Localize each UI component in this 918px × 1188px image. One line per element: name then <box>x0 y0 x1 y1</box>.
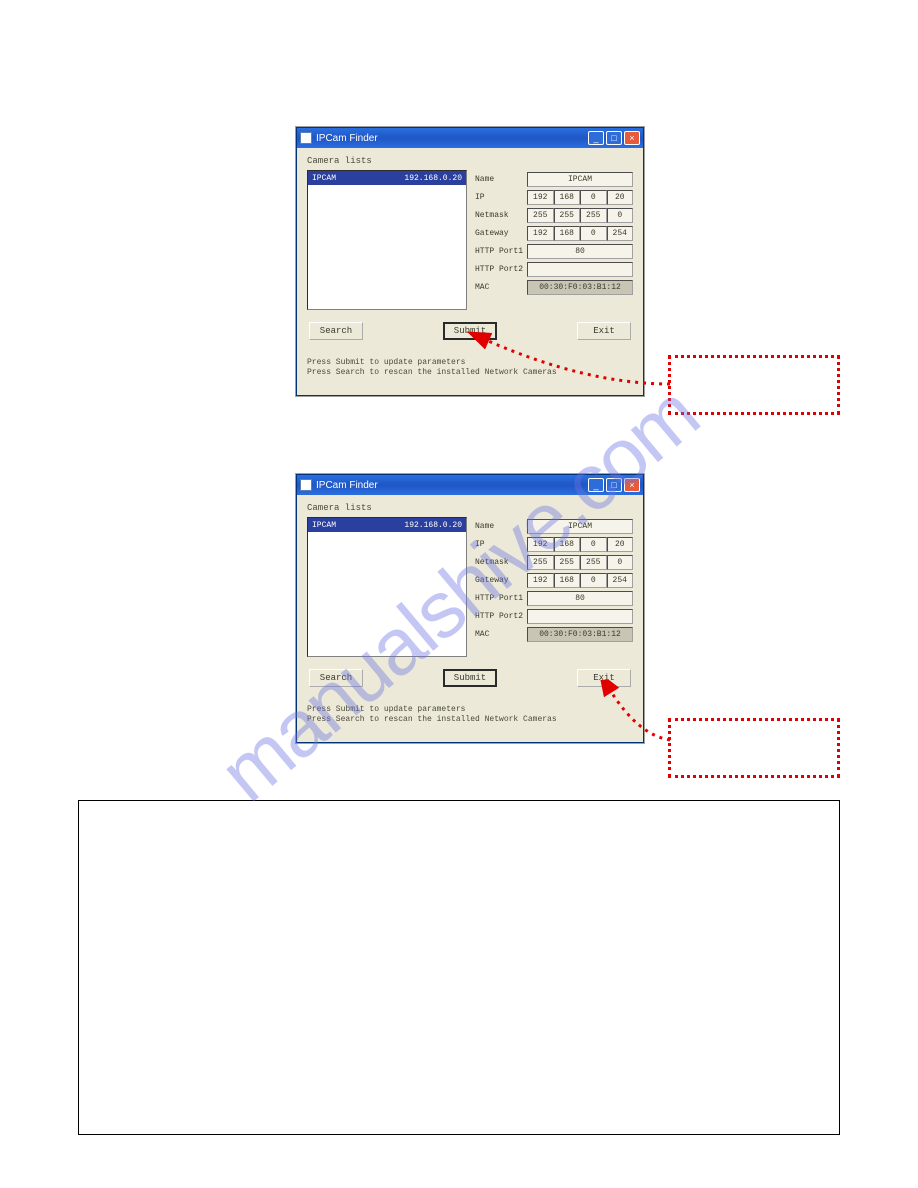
gateway-label: Gateway <box>475 576 527 585</box>
ip-octet[interactable]: 0 <box>580 537 607 552</box>
hint-text: Press Submit to update parameters Press … <box>307 705 633 724</box>
ip-octet[interactable]: 168 <box>554 190 581 205</box>
gateway-octet[interactable]: 0 <box>580 226 607 241</box>
callout-box-submit <box>668 355 840 415</box>
gateway-octet[interactable]: 192 <box>527 226 554 241</box>
ip-octet[interactable]: 168 <box>554 537 581 552</box>
search-button[interactable]: Search <box>309 322 363 340</box>
list-item[interactable]: IPCAM 192.168.0.20 <box>308 518 466 532</box>
port1-field[interactable]: 80 <box>527 591 633 606</box>
netmask-octet[interactable]: 0 <box>607 555 634 570</box>
ip-octet[interactable]: 0 <box>580 190 607 205</box>
close-icon[interactable]: × <box>624 131 640 145</box>
port1-label: HTTP Port1 <box>475 594 527 603</box>
port2-field[interactable] <box>527 609 633 624</box>
hint-line-1: Press Submit to update parameters <box>307 358 633 368</box>
port1-field[interactable]: 80 <box>527 244 633 259</box>
ip-octet[interactable]: 192 <box>527 190 554 205</box>
camera-listbox[interactable]: IPCAM 192.168.0.20 <box>307 170 467 310</box>
gateway-field[interactable]: 1921680254 <box>527 226 633 241</box>
search-button[interactable]: Search <box>309 669 363 687</box>
callout-box-exit <box>668 718 840 778</box>
netmask-octet[interactable]: 255 <box>554 208 581 223</box>
close-icon[interactable]: × <box>624 478 640 492</box>
gateway-octet[interactable]: 0 <box>580 573 607 588</box>
gateway-octet[interactable]: 254 <box>607 226 634 241</box>
maximize-icon[interactable]: □ <box>606 478 622 492</box>
ip-octet[interactable]: 20 <box>607 190 634 205</box>
minimize-icon[interactable]: _ <box>588 478 604 492</box>
ip-label: IP <box>475 193 527 202</box>
netmask-label: Netmask <box>475 558 527 567</box>
list-item-addr: 192.168.0.20 <box>404 521 462 530</box>
ip-field[interactable]: 192168020 <box>527 537 633 552</box>
name-label: Name <box>475 522 527 531</box>
ip-octet[interactable]: 20 <box>607 537 634 552</box>
maximize-icon[interactable]: □ <box>606 131 622 145</box>
submit-button[interactable]: Submit <box>443 669 497 687</box>
hint-line-2: Press Search to rescan the installed Net… <box>307 715 633 725</box>
app-icon <box>300 479 312 491</box>
titlebar: IPCam Finder _ □ × <box>297 475 643 495</box>
netmask-octet[interactable]: 255 <box>554 555 581 570</box>
fields-panel: NameIPCAM IP192168020 Netmask2552552550 … <box>475 170 633 310</box>
mac-field: 00:30:F0:03:B1:12 <box>527 280 633 295</box>
port2-label: HTTP Port2 <box>475 612 527 621</box>
gateway-octet[interactable]: 254 <box>607 573 634 588</box>
netmask-field[interactable]: 2552552550 <box>527 555 633 570</box>
netmask-octet[interactable]: 255 <box>527 208 554 223</box>
mac-field: 00:30:F0:03:B1:12 <box>527 627 633 642</box>
content-frame <box>78 800 840 1135</box>
hint-line-2: Press Search to rescan the installed Net… <box>307 368 633 378</box>
mac-label: MAC <box>475 630 527 639</box>
ipcam-finder-window-2: IPCam Finder _ □ × Camera lists IPCAM 19… <box>296 474 644 743</box>
app-icon <box>300 132 312 144</box>
camera-lists-label: Camera lists <box>307 503 633 513</box>
list-item[interactable]: IPCAM 192.168.0.20 <box>308 171 466 185</box>
hint-text: Press Submit to update parameters Press … <box>307 358 633 377</box>
gateway-octet[interactable]: 192 <box>527 573 554 588</box>
port1-label: HTTP Port1 <box>475 247 527 256</box>
ip-label: IP <box>475 540 527 549</box>
fields-panel: NameIPCAM IP192168020 Netmask2552552550 … <box>475 517 633 657</box>
list-item-name: IPCAM <box>312 521 336 530</box>
ip-octet[interactable]: 192 <box>527 537 554 552</box>
netmask-octet[interactable]: 0 <box>607 208 634 223</box>
port2-label: HTTP Port2 <box>475 265 527 274</box>
name-label: Name <box>475 175 527 184</box>
ip-field[interactable]: 192168020 <box>527 190 633 205</box>
gateway-label: Gateway <box>475 229 527 238</box>
window-title: IPCam Finder <box>316 133 378 144</box>
netmask-label: Netmask <box>475 211 527 220</box>
hint-line-1: Press Submit to update parameters <box>307 705 633 715</box>
window-title: IPCam Finder <box>316 480 378 491</box>
camera-listbox[interactable]: IPCAM 192.168.0.20 <box>307 517 467 657</box>
minimize-icon[interactable]: _ <box>588 131 604 145</box>
gateway-octet[interactable]: 168 <box>554 573 581 588</box>
gateway-octet[interactable]: 168 <box>554 226 581 241</box>
name-field[interactable]: IPCAM <box>527 172 633 187</box>
document-page: manualshive.com IPCam Finder _ □ × Camer… <box>0 0 918 1188</box>
ipcam-finder-window-1: IPCam Finder _ □ × Camera lists IPCAM 19… <box>296 127 644 396</box>
list-item-name: IPCAM <box>312 174 336 183</box>
mac-label: MAC <box>475 283 527 292</box>
list-item-addr: 192.168.0.20 <box>404 174 462 183</box>
netmask-field[interactable]: 2552552550 <box>527 208 633 223</box>
netmask-octet[interactable]: 255 <box>580 208 607 223</box>
button-row: Search Submit Exit <box>307 322 633 340</box>
port2-field[interactable] <box>527 262 633 277</box>
name-field[interactable]: IPCAM <box>527 519 633 534</box>
exit-button[interactable]: Exit <box>577 669 631 687</box>
netmask-octet[interactable]: 255 <box>527 555 554 570</box>
titlebar: IPCam Finder _ □ × <box>297 128 643 148</box>
submit-button[interactable]: Submit <box>443 322 497 340</box>
button-row: Search Submit Exit <box>307 669 633 687</box>
gateway-field[interactable]: 1921680254 <box>527 573 633 588</box>
camera-lists-label: Camera lists <box>307 156 633 166</box>
netmask-octet[interactable]: 255 <box>580 555 607 570</box>
exit-button[interactable]: Exit <box>577 322 631 340</box>
